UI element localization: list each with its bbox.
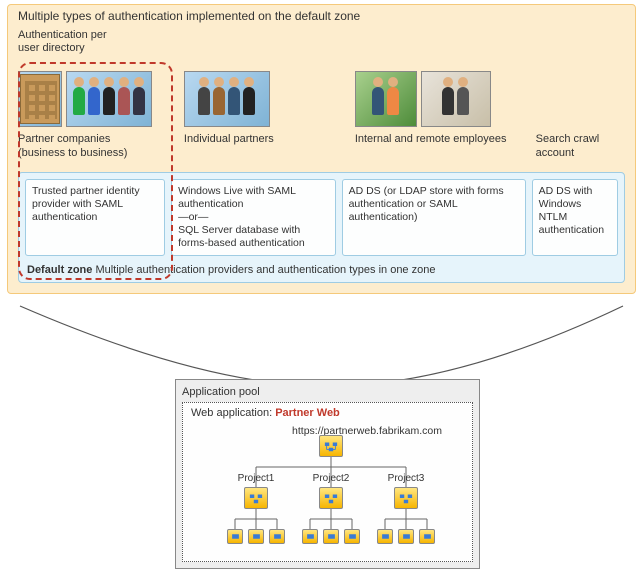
project2-node-icon bbox=[319, 487, 343, 509]
site-root-node-icon bbox=[319, 435, 343, 457]
web-application-box: Web application: Partner Web https://par… bbox=[182, 402, 473, 562]
web-app-label: Web application: bbox=[191, 407, 272, 419]
leaf-node-icon bbox=[302, 529, 318, 544]
auth-box-internal-employees: AD DS (or LDAP store with forms authenti… bbox=[342, 179, 526, 257]
auth-box-partner-companies: Trusted partner identity provider with S… bbox=[25, 179, 165, 257]
internal-outdoor-image bbox=[355, 71, 417, 127]
auth-box-individual-partners: Windows Live with SAML authentication —o… bbox=[171, 179, 336, 257]
leaf-node-icon bbox=[377, 529, 393, 544]
application-pool-box: Application pool Web application: Partne… bbox=[175, 379, 480, 569]
auth-box-search-crawl: AD DS with Windows NTLM authentication bbox=[532, 179, 618, 257]
leaf-node-icon bbox=[269, 529, 285, 544]
leaf-node-icon bbox=[419, 529, 435, 544]
default-zone-rest: Multiple authentication providers and au… bbox=[92, 264, 435, 276]
category-internal-employees: Internal and remote employees bbox=[355, 65, 524, 159]
individual-partners-label: Individual partners bbox=[184, 133, 274, 146]
individual-partners-image bbox=[184, 71, 270, 127]
web-application-title: Web application: Partner Web bbox=[191, 407, 464, 419]
partner-companies-label: Partner companies (business to business) bbox=[18, 133, 127, 159]
diagram-title: Multiple types of authentication impleme… bbox=[18, 9, 625, 23]
main-auth-zone-container: Multiple types of authentication impleme… bbox=[7, 4, 636, 294]
project1-node-icon bbox=[244, 487, 268, 509]
connector-lines bbox=[0, 304, 643, 389]
internal-office-image bbox=[421, 71, 491, 127]
default-zone-label: Default zone Multiple authentication pro… bbox=[25, 262, 618, 276]
auth-per-directory-label: Authentication per user directory bbox=[18, 29, 138, 55]
project3-label: Project3 bbox=[383, 473, 429, 484]
leaf-node-icon bbox=[227, 529, 243, 544]
leaf-node-icon bbox=[248, 529, 264, 544]
category-individual-partners: Individual partners bbox=[184, 65, 343, 159]
leaf-node-icon bbox=[344, 529, 360, 544]
leaf-node-icon bbox=[323, 529, 339, 544]
categories-row: Partner companies (business to business)… bbox=[18, 59, 625, 165]
site-tree: Project1 Project2 Project3 bbox=[191, 421, 464, 551]
default-zone-bold: Default zone bbox=[27, 264, 92, 276]
web-app-name: Partner Web bbox=[275, 407, 340, 419]
project2-label: Project2 bbox=[308, 473, 354, 484]
default-zone-box: Trusted partner identity provider with S… bbox=[18, 172, 625, 284]
category-search-crawl: Search crawl account bbox=[536, 65, 625, 159]
application-pool-title: Application pool bbox=[182, 386, 473, 398]
project1-label: Project1 bbox=[233, 473, 279, 484]
internal-employees-label: Internal and remote employees bbox=[355, 133, 507, 146]
building-image bbox=[18, 71, 62, 127]
search-crawl-label: Search crawl account bbox=[536, 133, 625, 159]
category-partner-companies: Partner companies (business to business) bbox=[18, 65, 172, 159]
partner-people-image bbox=[66, 71, 152, 127]
project3-node-icon bbox=[394, 487, 418, 509]
leaf-node-icon bbox=[398, 529, 414, 544]
